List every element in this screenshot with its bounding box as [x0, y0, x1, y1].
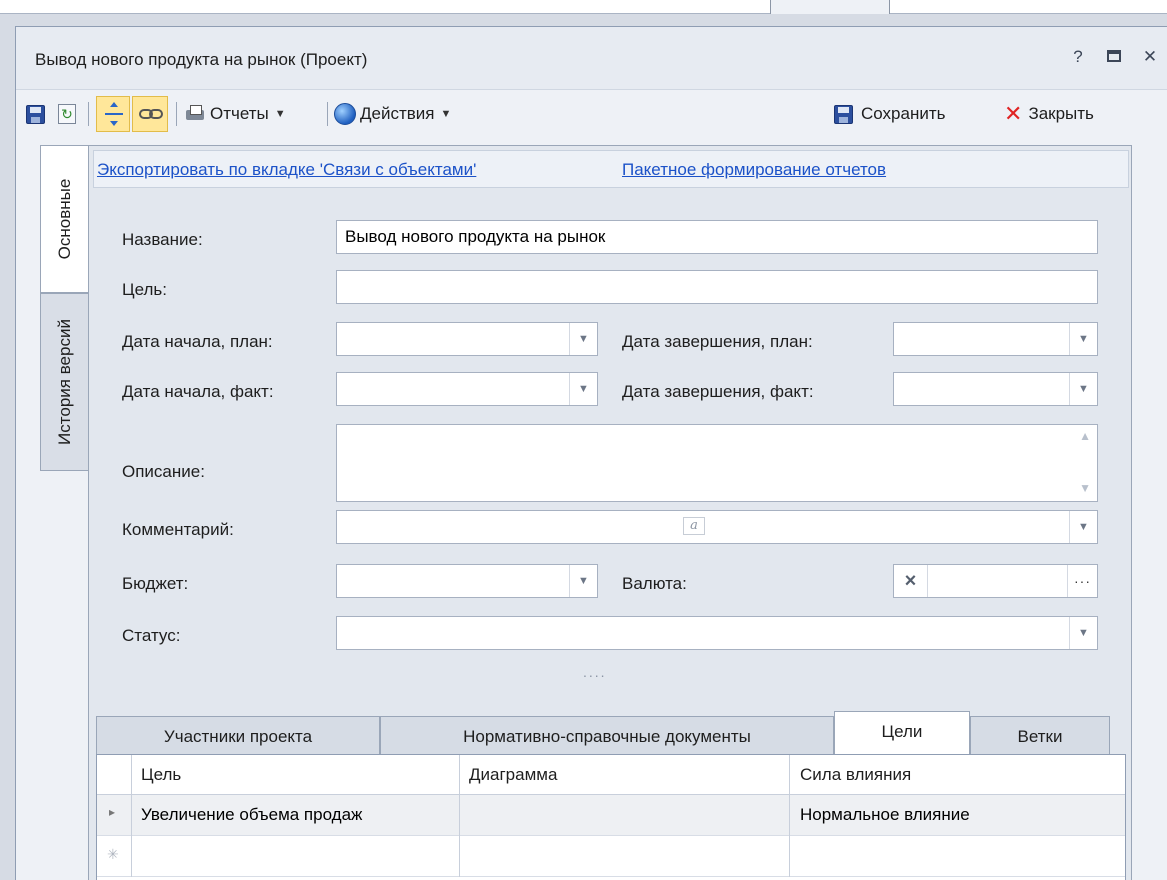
- start-fact-date-field[interactable]: ▼: [336, 372, 598, 406]
- window-controls: ? ✕: [1067, 47, 1161, 67]
- save-label: Сохранить: [861, 104, 946, 123]
- current-row-marker: ▸: [109, 805, 116, 819]
- comment-field[interactable]: a ▼: [336, 510, 1098, 544]
- name-label: Название:: [122, 230, 203, 249]
- window-title: Вывод нового продукта на рынок (Проект): [35, 50, 368, 69]
- scroll-down-icon[interactable]: ▼: [1079, 481, 1091, 495]
- refresh-button[interactable]: ↻: [58, 97, 76, 131]
- actions-menu-button[interactable]: Действия ▼: [334, 97, 451, 131]
- batch-reports-link[interactable]: Пакетное формирование отчетов: [622, 160, 886, 180]
- budget-label: Бюджет:: [122, 574, 189, 593]
- chevron-down-icon[interactable]: ▼: [1069, 373, 1097, 405]
- cell-goal[interactable]: Увеличение объема продаж: [141, 805, 362, 825]
- save-button[interactable]: Сохранить: [834, 97, 945, 131]
- status-label: Статус:: [122, 626, 181, 645]
- description-textarea[interactable]: ▲ ▼: [336, 424, 1098, 502]
- description-label: Описание:: [122, 462, 205, 481]
- side-tab-label: История версий: [54, 319, 74, 445]
- main-panel: Экспортировать по вкладке 'Связи с объек…: [88, 145, 1132, 880]
- save-icon-button[interactable]: [26, 97, 45, 131]
- background-window-fragment: [770, 0, 890, 14]
- floppy-icon: [26, 104, 45, 124]
- expand-toggle-button[interactable]: [96, 96, 130, 132]
- table-row[interactable]: ▸ Увеличение объема продаж Нормальное вл…: [97, 795, 1125, 836]
- scroll-up-icon[interactable]: ▲: [1079, 429, 1091, 443]
- grid-header: Цель Диаграмма Сила влияния: [97, 755, 1125, 795]
- chevron-down-icon[interactable]: ▼: [1069, 511, 1097, 543]
- help-button[interactable]: ?: [1067, 47, 1089, 67]
- title-bar: Вывод нового продукта на рынок (Проект) …: [16, 27, 1167, 89]
- column-divider: [789, 755, 790, 877]
- side-tab-label: Основные: [54, 178, 74, 260]
- end-plan-date-field[interactable]: ▼: [893, 322, 1098, 356]
- maximize-icon: [1107, 50, 1121, 62]
- end-plan-label: Дата завершения, план:: [622, 332, 813, 351]
- actions-label: Действия: [360, 104, 435, 123]
- tab-participants[interactable]: Участники проекта: [96, 716, 380, 754]
- goal-input[interactable]: [336, 270, 1098, 304]
- splitter-grip[interactable]: ....: [583, 664, 607, 680]
- cell-impact[interactable]: Нормальное влияние: [800, 805, 970, 825]
- chevron-down-icon: ▼: [440, 108, 452, 120]
- link-chain-icon: [139, 109, 163, 119]
- background-window-strip: [0, 0, 1167, 14]
- comment-label: Комментарий:: [122, 520, 234, 539]
- export-link[interactable]: Экспортировать по вкладке 'Связи с объек…: [97, 160, 476, 180]
- text-format-icon: a: [683, 517, 705, 535]
- start-fact-label: Дата начала, факт:: [122, 382, 274, 401]
- reports-label: Отчеты: [210, 104, 269, 123]
- close-label: Закрыть: [1028, 104, 1094, 123]
- goals-grid: Цель Диаграмма Сила влияния ▸ Увеличение…: [96, 754, 1126, 880]
- budget-field[interactable]: ▼: [336, 564, 598, 598]
- start-plan-label: Дата начала, план:: [122, 332, 273, 351]
- column-divider: [131, 755, 132, 877]
- side-tab-main[interactable]: Основные: [40, 145, 88, 293]
- toolbar-separator: [327, 102, 328, 126]
- floppy-icon: [834, 104, 853, 124]
- status-field[interactable]: ▼: [336, 616, 1098, 650]
- clear-icon[interactable]: ×: [894, 565, 928, 597]
- toolbar: ↻ Отчеты ▼ Действия ▼ Сохранить ✕ Закрыт…: [16, 89, 1167, 137]
- toolbar-separator: [176, 102, 177, 126]
- new-row-marker: ✳: [107, 846, 119, 862]
- tab-branches[interactable]: Ветки: [970, 716, 1110, 754]
- side-tab-history[interactable]: История версий: [40, 293, 88, 471]
- expand-arrows-icon: [105, 102, 123, 126]
- close-icon: ✕: [1004, 101, 1023, 126]
- project-window: Вывод нового продукта на рынок (Проект) …: [15, 26, 1167, 880]
- column-header-diagram[interactable]: Диаграмма: [469, 765, 557, 785]
- ellipsis-icon[interactable]: ···: [1067, 565, 1097, 597]
- column-header-impact[interactable]: Сила влияния: [800, 765, 911, 785]
- column-header-goal[interactable]: Цель: [141, 765, 181, 785]
- start-plan-date-field[interactable]: ▼: [336, 322, 598, 356]
- goal-label: Цель:: [122, 280, 167, 299]
- new-row[interactable]: ✳: [97, 836, 1125, 877]
- tab-normative-docs[interactable]: Нормативно-справочные документы: [380, 716, 834, 754]
- chevron-down-icon[interactable]: ▼: [1069, 617, 1097, 649]
- link-toggle-button[interactable]: [132, 96, 168, 132]
- end-fact-label: Дата завершения, факт:: [622, 382, 814, 401]
- toolbar-separator: [88, 102, 89, 126]
- chevron-down-icon: ▼: [274, 108, 286, 120]
- close-window-button[interactable]: ✕: [1139, 47, 1161, 67]
- reports-menu-button[interactable]: Отчеты ▼: [184, 97, 286, 131]
- name-input[interactable]: Вывод нового продукта на рынок: [336, 220, 1098, 254]
- refresh-icon: ↻: [58, 104, 76, 124]
- currency-label: Валюта:: [622, 574, 687, 593]
- currency-field[interactable]: × ···: [893, 564, 1098, 598]
- chevron-down-icon[interactable]: ▼: [569, 323, 597, 355]
- column-divider: [459, 755, 460, 877]
- chevron-down-icon[interactable]: ▼: [569, 565, 597, 597]
- chevron-down-icon[interactable]: ▼: [569, 373, 597, 405]
- close-button[interactable]: ✕ Закрыть: [1004, 97, 1094, 131]
- end-fact-date-field[interactable]: ▼: [893, 372, 1098, 406]
- printer-icon: [184, 104, 206, 124]
- tab-goals[interactable]: Цели: [834, 711, 970, 754]
- link-bar: Экспортировать по вкладке 'Связи с объек…: [93, 150, 1129, 188]
- maximize-button[interactable]: [1103, 47, 1125, 67]
- chevron-down-icon[interactable]: ▼: [1069, 323, 1097, 355]
- globe-icon: [334, 103, 356, 125]
